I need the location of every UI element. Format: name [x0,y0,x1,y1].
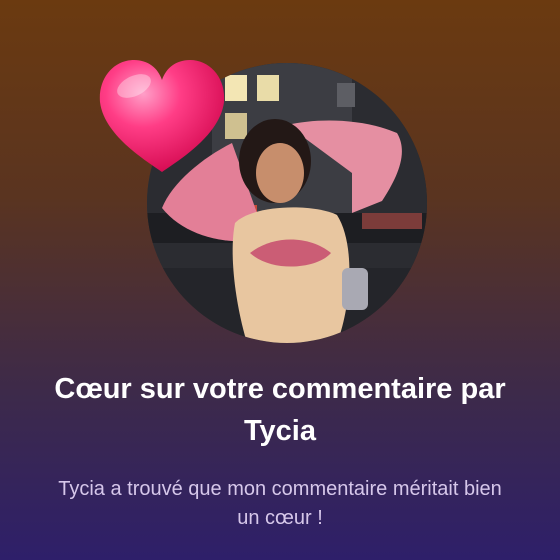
notification-title: Cœur sur votre commentaire par Tycia [54,373,506,447]
notification-body: Tycia a trouvé que mon commentaire mérit… [58,478,502,529]
heart-icon [99,60,225,172]
heart-notification-card[interactable]: Cœur sur votre commentaire par Tycia Tyc… [0,0,560,560]
